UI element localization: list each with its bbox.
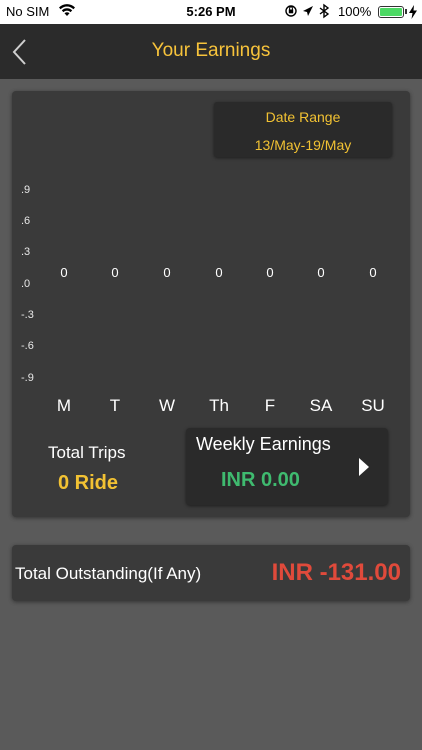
orientation-lock-icon [285,5,297,17]
battery-icon [378,6,404,18]
weekly-earnings-button[interactable]: Weekly Earnings INR 0.00 [186,428,388,505]
day-label: F [264,396,276,415]
date-range-value: 13/May-19/May [254,137,352,153]
y-tick-label: .0 [21,278,31,290]
y-tick-label: -.6 [21,340,34,352]
total-trips-value: 0 Ride [58,472,119,494]
total-trips-label: Total Trips [48,443,126,462]
day-label: Th [209,396,229,415]
play-arrow-icon [359,458,369,476]
bar-value-label: 0 [369,265,377,280]
charging-bolt-icon [409,5,417,19]
bar-value-label: 0 [111,265,119,280]
location-arrow-icon [303,6,313,16]
day-label: T [109,396,121,415]
weekly-earnings-label: Weekly Earnings [196,434,331,454]
day-label: SA [309,396,333,415]
nav-bar: Your Earnings [0,24,422,79]
status-bar: No SIM 5:26 PM 100% [0,0,422,24]
bar-value-label: 0 [266,265,274,280]
day-label: M [56,396,72,415]
weekly-earnings-value: INR 0.00 [221,469,300,491]
outstanding-value: INR -131.00 [271,559,401,586]
day-label: W [158,396,176,415]
bar-value-label: 0 [60,265,68,280]
bluetooth-icon [319,3,330,19]
status-icons [285,3,330,19]
page-title: Your Earnings [151,40,271,61]
date-range-label: Date Range [265,109,341,125]
y-tick-label: -.3 [21,309,34,321]
y-tick-label: -.9 [21,372,34,384]
y-tick-label: .6 [21,215,31,227]
outstanding-label: Total Outstanding(If Any) [15,564,202,583]
bar-value-label: 0 [317,265,325,280]
battery-percentage: 100% [338,4,372,19]
outstanding-card: Total Outstanding(If Any) INR -131.00 [12,545,410,601]
day-label: SU [361,396,385,415]
bar-value-label: 0 [163,265,171,280]
bar-value-label: 0 [215,265,223,280]
date-range-button[interactable]: Date Range 13/May-19/May [214,102,392,157]
y-tick-label: .3 [21,246,31,258]
y-tick-label: .9 [21,184,31,196]
